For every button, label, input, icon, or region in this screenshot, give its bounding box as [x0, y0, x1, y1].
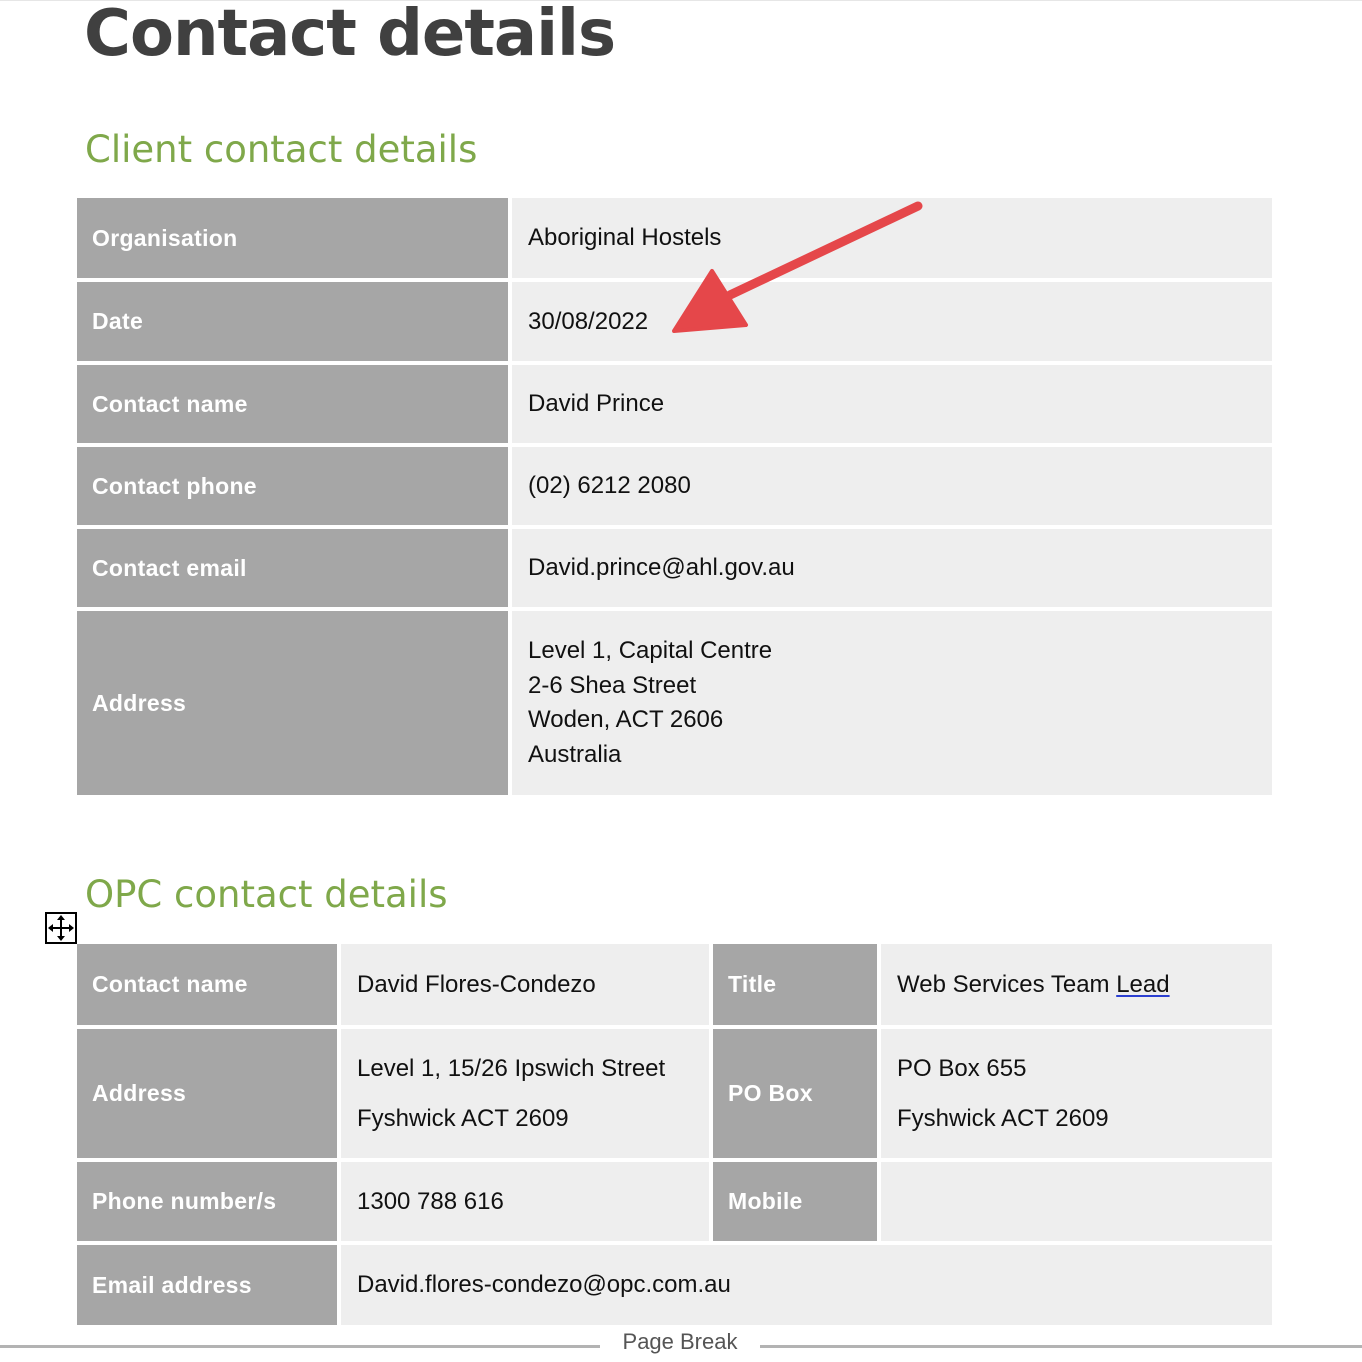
- move-arrows-icon[interactable]: [45, 912, 77, 944]
- opc-contact-name-label: Contact name: [77, 944, 341, 1029]
- contact-name-label: Contact name: [77, 361, 512, 447]
- address-line: 2-6 Shea Street: [528, 671, 697, 699]
- po-box-value[interactable]: PO Box 655 Fyshwick ACT 2609: [877, 1025, 1272, 1162]
- opc-address-label: Address: [77, 1025, 341, 1162]
- phone-value[interactable]: 1300 788 616: [337, 1158, 713, 1245]
- contact-name-value[interactable]: David Prince: [508, 361, 1272, 447]
- address-line: Woden, ACT 2606: [528, 706, 724, 733]
- email-address-value[interactable]: David.flores-condezo@opc.com.au: [337, 1241, 1272, 1325]
- mobile-label: Mobile: [709, 1158, 881, 1245]
- opc-contact-name-value[interactable]: David Flores-Condezo: [337, 944, 713, 1029]
- po-box-line: PO Box 655: [897, 1054, 1027, 1082]
- opc-contact-table: Contact name David Flores-Condezo Title …: [77, 944, 1272, 1325]
- address-label: Address: [77, 607, 512, 795]
- table-row: Email address David.flores-condezo@opc.c…: [77, 1241, 1272, 1325]
- client-section-heading: Client contact details: [85, 128, 478, 171]
- address-line: Level 1, 15/26 Ipswich Street: [357, 1054, 666, 1082]
- po-box-line: Fyshwick ACT 2609: [897, 1104, 1109, 1132]
- address-line: Fyshwick ACT 2609: [357, 1104, 569, 1132]
- table-row: Address Level 1, Capital Centre 2-6 Shea…: [77, 607, 1272, 795]
- mobile-value[interactable]: [877, 1158, 1272, 1245]
- title-text: Web Services Team: [897, 970, 1117, 998]
- table-row: Phone number/s 1300 788 616 Mobile: [77, 1158, 1272, 1245]
- address-line: Australia: [528, 740, 622, 768]
- page-title: Contact details: [84, 0, 616, 71]
- email-address-label: Email address: [77, 1241, 341, 1325]
- opc-address-value[interactable]: Level 1, 15/26 Ipswich Street Fyshwick A…: [337, 1025, 713, 1162]
- table-row: Contact name David Flores-Condezo Title …: [77, 944, 1272, 1029]
- page-break-label: Page Break: [600, 1329, 760, 1355]
- contact-email-value[interactable]: David.prince@ahl.gov.au: [508, 525, 1272, 611]
- title-label: Title: [709, 944, 881, 1029]
- table-row: Address Level 1, 15/26 Ipswich Street Fy…: [77, 1025, 1272, 1162]
- address-line: Level 1, Capital Centre: [528, 637, 773, 664]
- red-arrow-icon: [672, 201, 923, 333]
- table-row: Contact phone (02) 6212 2080: [77, 443, 1272, 529]
- contact-email-label: Contact email: [77, 525, 512, 611]
- table-row: Contact email David.prince@ahl.gov.au: [77, 525, 1272, 611]
- opc-section-heading: OPC contact details: [85, 873, 448, 916]
- page-break-line-right: [756, 1345, 1362, 1348]
- phone-label: Phone number/s: [77, 1158, 341, 1245]
- spellcheck-underlined-word[interactable]: Lead: [1116, 971, 1169, 998]
- contact-phone-label: Contact phone: [77, 443, 512, 529]
- page-break-line-left: [0, 1345, 616, 1348]
- title-value[interactable]: Web Services Team Lead: [877, 944, 1272, 1029]
- po-box-label: PO Box: [709, 1025, 881, 1162]
- address-value[interactable]: Level 1, Capital Centre 2-6 Shea Street …: [508, 607, 1272, 795]
- table-row: Contact name David Prince: [77, 361, 1272, 447]
- date-label: Date: [77, 278, 512, 365]
- contact-phone-value[interactable]: (02) 6212 2080: [508, 443, 1272, 529]
- organisation-label: Organisation: [77, 198, 512, 282]
